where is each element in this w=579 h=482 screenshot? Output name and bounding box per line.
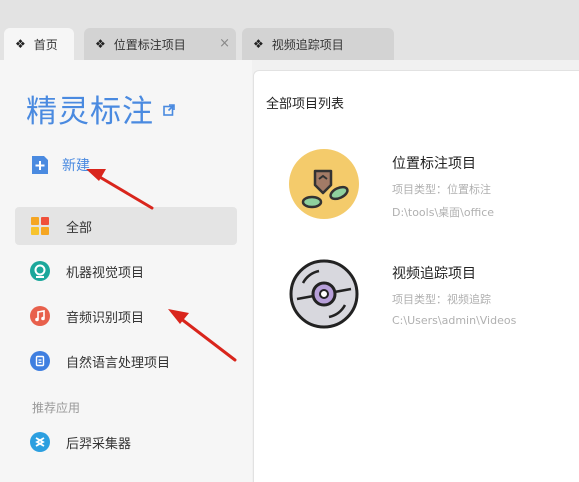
diamond-icon: ❖	[15, 37, 26, 51]
tab-bar: ❖ 首页 ❖ 位置标注项目 × ❖ 视频追踪项目	[0, 0, 579, 60]
project-path: D:\tools\桌面\office	[392, 206, 495, 219]
new-label: 新建	[62, 158, 90, 174]
app-item-collector[interactable]: 后羿采集器	[15, 423, 237, 461]
nav-item-audio[interactable]: 音频识别项目	[15, 297, 237, 335]
location-label-icon	[289, 149, 359, 219]
tab-label: 首页	[33, 37, 58, 52]
music-note-icon	[30, 306, 50, 326]
all-grid-icon	[30, 216, 50, 236]
section-label-recommended: 推荐应用	[32, 401, 81, 415]
nav-item-nlp[interactable]: 自然语言处理项目	[15, 342, 237, 380]
app-label: 后羿采集器	[66, 436, 132, 452]
external-link-icon[interactable]	[163, 104, 175, 116]
sidebar: 精灵标注 新建 全部 机器视觉项目 音频识别项目 自然语言处理项目 推荐应用 后…	[0, 60, 252, 482]
tab-label: 位置标注项目	[113, 37, 186, 52]
new-project-button[interactable]: 新建	[30, 152, 90, 178]
tab-label: 视频追踪项目	[271, 37, 344, 52]
project-list-panel: 全部项目列表 位置标注项目 项目类型：位置标注 D:\tools\桌面\offi…	[253, 70, 579, 482]
nav-label: 机器视觉项目	[66, 265, 145, 281]
tab-location-project[interactable]: ❖ 位置标注项目 ×	[84, 28, 236, 60]
tab-video-project[interactable]: ❖ 视频追踪项目	[242, 28, 394, 60]
brand-title: 精灵标注	[26, 94, 154, 130]
diamond-icon: ❖	[95, 37, 106, 51]
vision-icon	[30, 261, 50, 281]
nav-label: 自然语言处理项目	[66, 355, 171, 371]
tab-home[interactable]: ❖ 首页	[4, 28, 74, 60]
video-disc-icon	[289, 259, 359, 329]
project-card[interactable]: 位置标注项目 项目类型：位置标注 D:\tools\桌面\office	[289, 149, 579, 219]
document-icon	[30, 351, 50, 371]
close-icon[interactable]: ×	[219, 36, 230, 51]
collector-icon	[30, 432, 50, 452]
new-file-icon	[32, 156, 48, 174]
project-name: 视频追踪项目	[392, 266, 476, 282]
project-path: C:\Users\admin\Videos	[392, 314, 517, 327]
project-type: 项目类型：视频追踪	[392, 293, 491, 306]
nav-item-vision[interactable]: 机器视觉项目	[15, 252, 237, 290]
nav-label: 全部	[66, 220, 93, 236]
project-card[interactable]: 视频追踪项目 项目类型：视频追踪 C:\Users\admin\Videos	[289, 259, 579, 329]
project-name: 位置标注项目	[392, 156, 476, 172]
nav-label: 音频识别项目	[66, 310, 145, 326]
nav-item-all[interactable]: 全部	[15, 207, 237, 245]
project-type: 项目类型：位置标注	[392, 183, 491, 196]
panel-title: 全部项目列表	[266, 97, 345, 112]
diamond-icon: ❖	[253, 37, 264, 51]
